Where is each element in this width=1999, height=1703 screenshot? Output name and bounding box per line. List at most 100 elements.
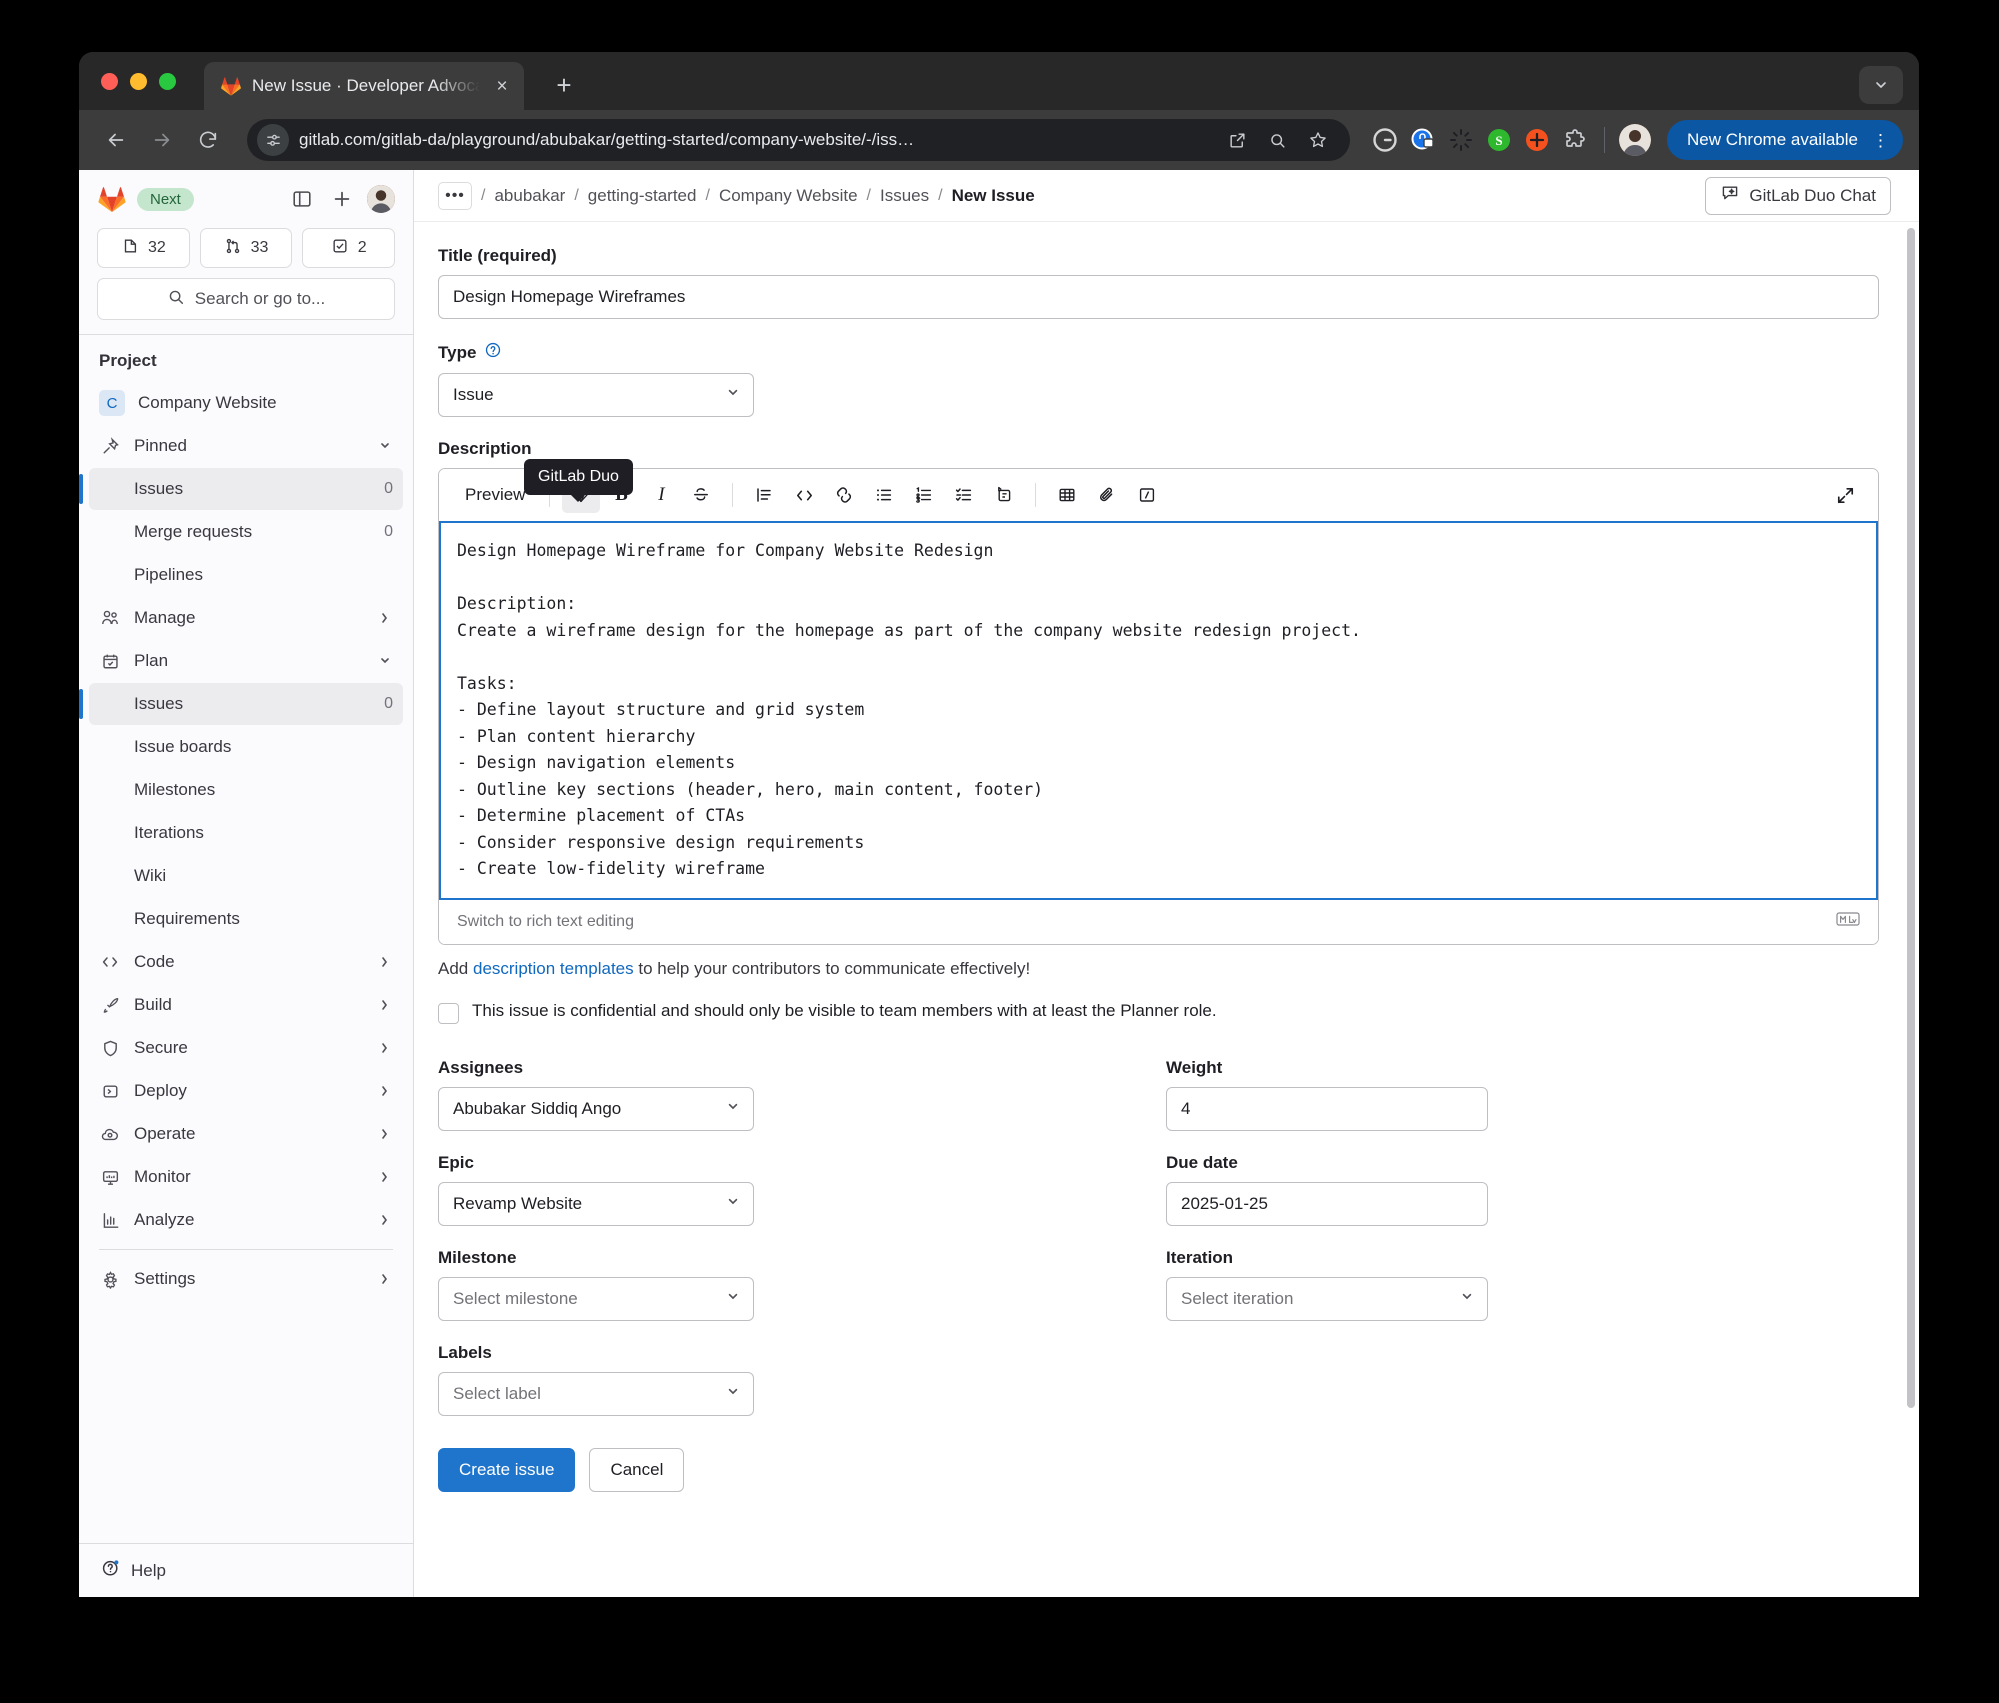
sidebar-item-company-website[interactable]: C Company Website xyxy=(89,382,403,424)
breadcrumb-separator: / xyxy=(866,186,871,204)
assignees-select[interactable]: Abubakar Siddiq Ango xyxy=(438,1086,754,1131)
tab-list-button[interactable] xyxy=(1859,66,1903,104)
labels-select[interactable]: Select label xyxy=(438,1371,754,1416)
sidebar-item-label: Analyze xyxy=(134,1210,195,1229)
search-input[interactable]: Search or go to... xyxy=(97,278,395,320)
breadcrumb-item-abubakar[interactable]: abubakar xyxy=(494,186,565,206)
search-icon[interactable] xyxy=(1260,122,1296,158)
strikethrough-icon[interactable] xyxy=(682,477,720,513)
chrome-update-button[interactable]: New Chrome available ⋮ xyxy=(1666,120,1903,160)
sidebar-item-requirements[interactable]: Requirements xyxy=(89,898,403,940)
sidebar-item-secure[interactable]: Secure xyxy=(89,1027,403,1069)
link-icon[interactable] xyxy=(825,477,863,513)
breadcrumb-item-issues[interactable]: Issues xyxy=(880,186,929,206)
fullscreen-icon[interactable] xyxy=(1826,477,1864,513)
breadcrumb-more-button[interactable]: ••• xyxy=(438,181,472,210)
description-templates-link[interactable]: description templates xyxy=(473,959,634,978)
slash-command-icon[interactable] xyxy=(1128,477,1166,513)
sidebar-item-pinned-issues[interactable]: Issues 0 xyxy=(79,468,403,510)
site-settings-icon[interactable] xyxy=(257,124,289,156)
user-avatar[interactable] xyxy=(367,185,395,213)
sidebar-count-todos[interactable]: 2 xyxy=(302,228,396,268)
indent-icon[interactable] xyxy=(745,477,783,513)
due-date-input[interactable]: 2025-01-25 xyxy=(1166,1181,1488,1226)
milestone-select[interactable]: Select milestone xyxy=(438,1276,754,1321)
weight-input[interactable]: 4 xyxy=(1166,1086,1488,1131)
chrome-menu-icon[interactable]: ⋮ xyxy=(1866,132,1895,149)
description-textarea[interactable]: Design Homepage Wireframe for Company We… xyxy=(439,521,1878,900)
confidential-checkbox[interactable] xyxy=(438,1002,459,1024)
sidebar-item-wiki[interactable]: Wiki xyxy=(89,855,403,897)
italic-icon[interactable]: I xyxy=(642,477,680,513)
close-icon[interactable]: × xyxy=(490,74,514,98)
breadcrumb-current: New Issue xyxy=(951,185,1035,205)
share-icon[interactable] xyxy=(1220,122,1256,158)
sidebar-item-pinned-pipelines[interactable]: Pipelines xyxy=(89,554,403,596)
create-new-icon[interactable] xyxy=(327,184,357,214)
minimize-window-button[interactable] xyxy=(130,73,147,90)
gitlab-logo-icon[interactable] xyxy=(97,184,127,214)
bookmark-star-icon[interactable] xyxy=(1300,122,1336,158)
scrollbar-thumb[interactable] xyxy=(1907,228,1915,1408)
sidebar-item-analyze[interactable]: Analyze xyxy=(89,1199,403,1241)
type-select[interactable]: Issue xyxy=(438,373,754,417)
profile-avatar[interactable] xyxy=(1618,124,1651,156)
type-label: Type xyxy=(438,342,477,362)
sidebar-item-pinned[interactable]: Pinned xyxy=(89,425,403,467)
sidebar-item-build[interactable]: Build xyxy=(89,984,403,1026)
close-window-button[interactable] xyxy=(101,73,118,90)
code-icon[interactable] xyxy=(785,477,823,513)
sidebar-item-label: Issues xyxy=(134,694,184,713)
grammarly-extension-icon[interactable] xyxy=(1370,125,1400,155)
sidebar-item-settings[interactable]: Settings xyxy=(89,1258,403,1300)
create-issue-button[interactable]: Create issue xyxy=(438,1447,576,1492)
cancel-button[interactable]: Cancel xyxy=(589,1447,685,1492)
sidebar-item-label: Pipelines xyxy=(134,565,203,584)
sidebar-item-pinned-merge-requests[interactable]: Merge requests 0 xyxy=(89,511,403,553)
todo-check-icon xyxy=(331,237,349,260)
sidebar-item-operate[interactable]: Operate xyxy=(89,1113,403,1155)
sidebar-item-deploy[interactable]: Deploy xyxy=(89,1070,403,1112)
maximize-window-button[interactable] xyxy=(159,73,176,90)
sidebar-help[interactable]: Help xyxy=(79,1543,413,1597)
quote-icon[interactable] xyxy=(985,477,1023,513)
bullet-list-icon[interactable] xyxy=(865,477,903,513)
window-controls[interactable] xyxy=(101,73,176,90)
sidebar-item-plan[interactable]: Plan xyxy=(89,640,403,682)
help-question-icon[interactable] xyxy=(484,341,502,364)
address-bar[interactable]: gitlab.com/gitlab-da/playground/abubakar… xyxy=(247,119,1350,161)
new-tab-button[interactable]: + xyxy=(547,68,581,102)
table-icon[interactable] xyxy=(1048,477,1086,513)
reload-button[interactable] xyxy=(187,119,229,161)
sidebar-item-milestones[interactable]: Milestones xyxy=(89,769,403,811)
back-button[interactable] xyxy=(95,119,137,161)
sentry-extension-icon[interactable]: S xyxy=(1484,125,1514,155)
attachment-icon[interactable] xyxy=(1088,477,1126,513)
checklist-icon[interactable] xyxy=(945,477,983,513)
iteration-select[interactable]: Select iteration xyxy=(1166,1276,1488,1321)
epic-select[interactable]: Revamp Website xyxy=(438,1181,754,1226)
password-manager-extension-icon[interactable] xyxy=(1408,125,1438,155)
main-scrollbar[interactable] xyxy=(1907,228,1915,1518)
toggle-sidebar-icon[interactable] xyxy=(287,184,317,214)
browser-tab[interactable]: New Issue · Developer Advoca × xyxy=(204,62,524,110)
sidebar-item-plan-issues[interactable]: Issues 0 xyxy=(79,683,403,725)
sidebar-count-issues[interactable]: 32 xyxy=(97,228,190,268)
extensions-puzzle-icon[interactable] xyxy=(1560,125,1590,155)
loading-spinner-extension-icon[interactable] xyxy=(1446,125,1476,155)
sidebar-count-merge-requests[interactable]: 33 xyxy=(199,228,293,268)
switch-rich-text-link[interactable]: Switch to rich text editing xyxy=(457,913,634,931)
gitlab-duo-chat-button[interactable]: GitLab Duo Chat xyxy=(1705,176,1891,215)
title-input[interactable]: Design Homepage Wireframes xyxy=(438,275,1879,319)
add-extension-icon[interactable] xyxy=(1522,125,1552,155)
numbered-list-icon[interactable] xyxy=(905,477,943,513)
sidebar-item-iterations[interactable]: Iterations xyxy=(89,812,403,854)
forward-button[interactable] xyxy=(141,119,183,161)
confidential-row[interactable]: This issue is confidential and should on… xyxy=(438,1001,1879,1024)
sidebar-item-manage[interactable]: Manage xyxy=(89,597,403,639)
sidebar-item-code[interactable]: Code xyxy=(89,941,403,983)
breadcrumb-item-company-website[interactable]: Company Website xyxy=(719,186,858,206)
sidebar-item-monitor[interactable]: Monitor xyxy=(89,1156,403,1198)
sidebar-item-issue-boards[interactable]: Issue boards xyxy=(89,726,403,768)
breadcrumb-item-getting-started[interactable]: getting-started xyxy=(588,186,697,206)
